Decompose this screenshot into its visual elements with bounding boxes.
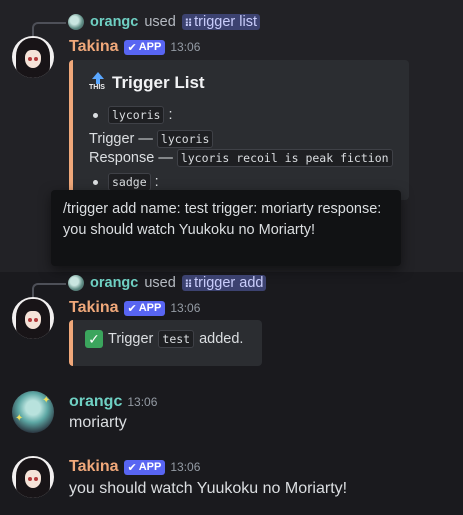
trigger-row: Trigger — lycoris bbox=[89, 130, 214, 148]
slash-command-icon: ⁝⁝ bbox=[184, 277, 192, 290]
author-name[interactable]: Takina bbox=[69, 299, 119, 317]
author-name[interactable]: orangc bbox=[69, 393, 122, 411]
checkmark-icon: ✔ bbox=[127, 302, 137, 315]
list-item: sadge : bbox=[89, 173, 159, 191]
timestamp[interactable]: 13:06 bbox=[170, 40, 200, 54]
reply-avatar[interactable] bbox=[68, 275, 84, 291]
message-text: moriarty bbox=[69, 414, 127, 431]
orangc-avatar[interactable]: ✦ ✦ bbox=[12, 391, 54, 433]
app-badge: ✔ APP bbox=[123, 39, 166, 55]
command-chip[interactable]: ⁝⁝ trigger list bbox=[181, 14, 261, 30]
takina-avatar[interactable] bbox=[12, 456, 54, 498]
trigger-code: lycoris bbox=[108, 106, 165, 124]
timestamp[interactable]: 13:06 bbox=[170, 301, 200, 315]
slash-command-icon: ⁝⁝ bbox=[184, 16, 192, 29]
this-up-arrow-icon: THIS bbox=[89, 72, 107, 94]
timestamp[interactable]: 13:06 bbox=[170, 460, 200, 474]
sparkle-icon: ✦ bbox=[42, 395, 51, 406]
chat-message-list: orangc used ⁝⁝ trigger list Takina ✔ APP… bbox=[0, 0, 463, 515]
message-header: Takina ✔ APP 13:06 bbox=[69, 297, 200, 319]
app-badge: ✔ APP bbox=[123, 459, 166, 475]
command-name: trigger list bbox=[194, 14, 258, 30]
command-chip[interactable]: ⁝⁝ trigger add bbox=[181, 275, 267, 291]
reply-used-label: used bbox=[144, 14, 176, 30]
trigger-code: test bbox=[158, 330, 195, 348]
reply-avatar[interactable] bbox=[68, 14, 84, 30]
author-name[interactable]: Takina bbox=[69, 38, 119, 56]
trigger-added-embed: ✓ Trigger test added. bbox=[69, 320, 262, 366]
reply-connector bbox=[32, 283, 66, 297]
command-name: trigger add bbox=[194, 275, 264, 291]
reply-context[interactable]: orangc used ⁝⁝ trigger list bbox=[68, 12, 261, 32]
reply-connector bbox=[32, 22, 66, 36]
message-header: orangc 13:06 bbox=[69, 391, 157, 413]
checkmark-icon: ✔ bbox=[127, 41, 137, 54]
trigger-code: sadge bbox=[108, 173, 151, 191]
trigger-list-embed: THIS Trigger List lycoris : Trigger — ly… bbox=[69, 60, 409, 200]
response-code: lycoris recoil is peak fiction bbox=[176, 149, 393, 167]
message-text: you should watch Yuukoku no Moriarty! bbox=[69, 480, 348, 497]
trigger-code: lycoris bbox=[156, 130, 214, 148]
takina-avatar[interactable] bbox=[12, 297, 54, 339]
list-item: lycoris : bbox=[89, 106, 173, 124]
app-badge: ✔ APP bbox=[123, 300, 166, 316]
embed-title: THIS Trigger List bbox=[89, 72, 205, 94]
timestamp[interactable]: 13:06 bbox=[127, 395, 157, 409]
reply-username[interactable]: orangc bbox=[90, 275, 138, 291]
reply-used-label: used bbox=[144, 275, 176, 291]
author-name[interactable]: Takina bbox=[69, 458, 119, 476]
response-row: Response — lycoris recoil is peak fictio… bbox=[89, 149, 393, 167]
takina-avatar[interactable] bbox=[12, 36, 54, 78]
sparkle-icon: ✦ bbox=[15, 413, 24, 424]
message-header: Takina ✔ APP 13:06 bbox=[69, 456, 200, 478]
message-header: Takina ✔ APP 13:06 bbox=[69, 36, 200, 58]
reply-username[interactable]: orangc bbox=[90, 14, 138, 30]
command-tooltip: /trigger add name: test trigger: moriart… bbox=[51, 190, 401, 266]
checkmark-icon: ✔ bbox=[127, 461, 137, 474]
reply-context[interactable]: orangc used ⁝⁝ trigger add bbox=[68, 273, 267, 293]
green-checkmark-icon: ✓ bbox=[85, 330, 103, 348]
